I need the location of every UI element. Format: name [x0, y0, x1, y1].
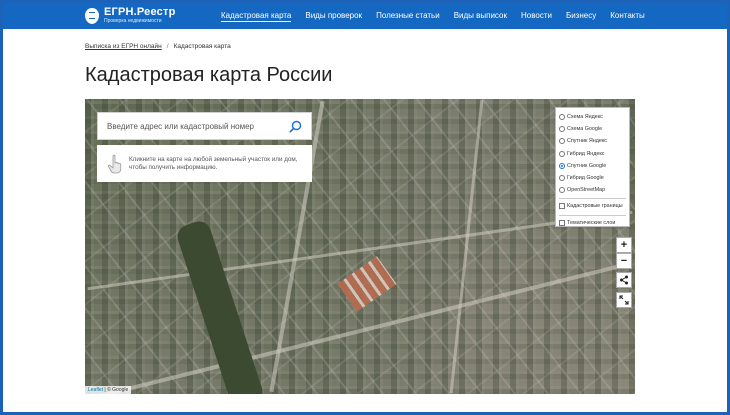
radio-button[interactable]: [559, 114, 565, 121]
layer-label: Гибрид Яндекс: [567, 150, 605, 157]
radio-button[interactable]: [559, 150, 565, 157]
radio-button[interactable]: [559, 175, 565, 182]
logo-title: ЕГРН.Реестр: [104, 6, 176, 18]
checkbox[interactable]: [559, 219, 565, 226]
layer-label: Схема Google: [567, 126, 603, 133]
map-buildings: [337, 256, 397, 312]
breadcrumb-separator: /: [166, 43, 169, 50]
map-road: [449, 99, 484, 394]
layer-option-openstreetmap[interactable]: OpenStreetMap: [559, 184, 626, 196]
logo-pin-icon: [85, 8, 99, 24]
nav-item-articles[interactable]: Полезные статьи: [376, 11, 440, 21]
fullscreen-button[interactable]: [616, 292, 632, 308]
nav-item-contacts[interactable]: Контакты: [610, 11, 645, 21]
map-attribution: Leaflet | © Google: [85, 386, 132, 394]
satellite-map[interactable]: Кликните на карте на любой земельный уча…: [85, 99, 635, 394]
nav-item-extract-types[interactable]: Виды выписок: [454, 11, 507, 21]
breadcrumb-link-home[interactable]: Выписка из ЕГРН онлайн: [85, 43, 162, 50]
layer-option-yandex-scheme[interactable]: Схема Яндекс: [559, 111, 626, 123]
radio-button-selected[interactable]: [559, 162, 565, 169]
zoom-in-button[interactable]: +: [616, 237, 632, 253]
layers-panel: Схема Яндекс Схема Google Спутник Яндекс…: [555, 107, 630, 227]
overlay-option-cadastral-borders[interactable]: Кадастровые границы: [559, 200, 626, 212]
overlay-option-thematic-layers[interactable]: Тематические слои: [559, 217, 626, 229]
overlay-label: Тематические слои: [567, 219, 616, 226]
layer-option-yandex-satellite[interactable]: Спутник Яндекс: [559, 135, 626, 147]
layer-option-google-scheme[interactable]: Схема Google: [559, 123, 626, 135]
share-icon: [620, 275, 628, 285]
nav-item-check-types[interactable]: Виды проверок: [305, 11, 362, 21]
logo-subtitle: Проверка недвижимости: [104, 18, 162, 24]
share-button[interactable]: [616, 272, 632, 288]
layers-divider: [559, 198, 626, 200]
layer-option-google-hybrid[interactable]: Гибрид Google: [559, 172, 626, 184]
map-hint-text: Кликните на карте на любой земельный уча…: [129, 155, 298, 171]
layer-label: Спутник Яндекс: [567, 138, 607, 145]
radio-button[interactable]: [559, 126, 565, 133]
radio-button[interactable]: [559, 138, 565, 145]
search-box: [97, 112, 312, 140]
layer-label: Схема Яндекс: [567, 114, 603, 121]
nav-item-business[interactable]: Бизнесу: [566, 11, 596, 21]
breadcrumb: Выписка из ЕГРН онлайн / Кадастровая кар…: [85, 43, 231, 50]
fullscreen-icon: [619, 295, 629, 305]
main-nav: Кадастровая карта Виды проверок Полезные…: [221, 3, 659, 29]
zoom-out-button[interactable]: −: [616, 253, 632, 269]
layer-label: Спутник Google: [567, 162, 607, 169]
layer-option-google-satellite[interactable]: Спутник Google: [559, 160, 626, 172]
layer-label: OpenStreetMap: [567, 187, 606, 194]
leaflet-link[interactable]: Leaflet: [88, 387, 103, 393]
nav-item-news[interactable]: Новости: [521, 11, 552, 21]
attribution-text: | © Google: [104, 387, 129, 393]
logo[interactable]: ЕГРН.Реестр Проверка недвижимости: [85, 5, 176, 27]
page-title: Кадастровая карта России: [85, 64, 333, 86]
layers-divider: [559, 214, 626, 216]
layer-label: Гибрид Google: [567, 175, 604, 182]
logo-text: ЕГРН.Реестр Проверка недвижимости: [104, 7, 176, 25]
map-river: [174, 218, 266, 394]
nav-item-cadastral-map[interactable]: Кадастровая карта: [221, 11, 292, 22]
address-search-input[interactable]: [98, 121, 278, 131]
breadcrumb-current: Кадастровая карта: [173, 43, 231, 50]
layer-option-yandex-hybrid[interactable]: Гибрид Яндекс: [559, 148, 626, 160]
pointer-hand-icon: [107, 154, 122, 173]
overlay-label: Кадастровые границы: [567, 203, 623, 210]
map-hint: Кликните на карте на любой земельный уча…: [97, 145, 312, 182]
search-icon[interactable]: [289, 120, 302, 133]
checkbox[interactable]: [559, 203, 565, 210]
header: ЕГРН.Реестр Проверка недвижимости Кадаст…: [3, 3, 727, 29]
radio-button[interactable]: [559, 187, 565, 194]
page: ЕГРН.Реестр Проверка недвижимости Кадаст…: [3, 3, 727, 412]
